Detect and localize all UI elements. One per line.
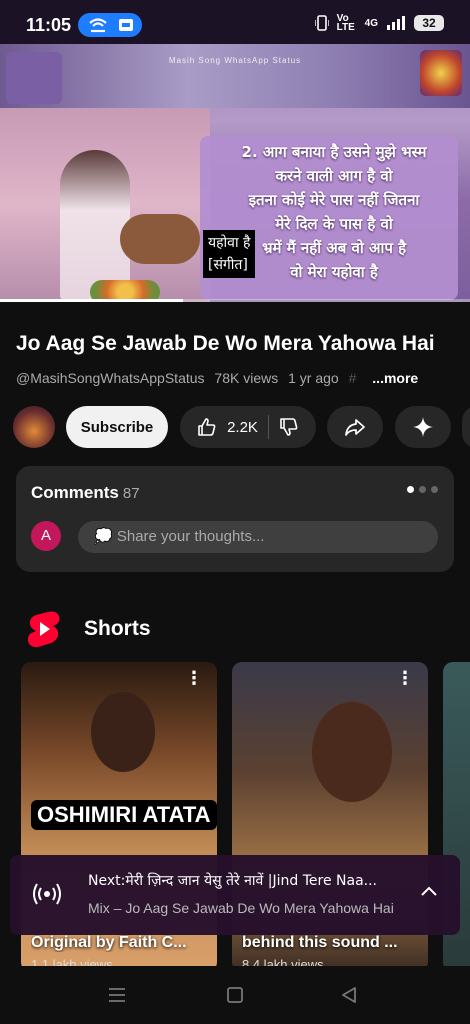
video-title[interactable]: Jo Aag Se Jawab De Wo Mera Yahowa Hai (16, 332, 456, 356)
carousel-dot (407, 486, 414, 493)
carousel-dot (431, 486, 438, 493)
more-link[interactable]: ...more (372, 370, 418, 386)
view-count: 78K views (214, 370, 279, 386)
shorts-overlay-text: OSHIMIRI ATATA (31, 800, 217, 830)
channel-handle[interactable]: @MasihSongWhatsAppStatus (16, 370, 205, 386)
singer-image (60, 150, 130, 300)
comments-header: Comments 87 (31, 483, 140, 503)
like-divider (267, 415, 269, 439)
share-button[interactable] (327, 406, 383, 448)
ask-button[interactable] (395, 406, 451, 448)
thumbs-down-icon[interactable] (279, 417, 299, 437)
hotspot-pill (78, 13, 142, 37)
channel-avatar[interactable] (13, 406, 55, 448)
back-triangle-icon[interactable] (340, 986, 358, 1004)
shorts-title: Shorts (84, 617, 151, 640)
comments-panel[interactable]: Comments 87 A 💭 Share your thoughts... (16, 466, 454, 572)
shorts-caption: Original by Faith C... (31, 934, 187, 951)
comments-label: Comments (31, 483, 119, 502)
video-meta[interactable]: @MasihSongWhatsAppStatus 78K views 1 yr … (16, 370, 424, 386)
video-progress-bar[interactable] (0, 299, 470, 302)
lyric-line: 2. आग बनाया है उसने मुझे भस्म (241, 143, 427, 161)
video-player[interactable]: Masih Song WhatsApp Status 2. आग बनाया ह… (0, 44, 470, 302)
carousel-dot (419, 486, 426, 493)
status-bar: 11:05 Vo LTE 4G 32 (0, 0, 470, 44)
wifi-icon (89, 18, 107, 33)
caption-line-1: यहोवा है (208, 235, 251, 251)
chevron-up-icon[interactable] (420, 885, 438, 897)
singer-face (91, 692, 155, 772)
sparkle-icon (413, 417, 433, 437)
recents-menu-icon[interactable] (108, 986, 126, 1004)
queue-miniplayer[interactable]: Next:मेरी ज़िन्द जान येसु तेरे नावें |Ji… (10, 855, 460, 935)
video-header-band (0, 44, 470, 108)
lyric-line: इतना कोई मेरे पास नहीं जितना (248, 191, 420, 209)
shorts-caption: behind this sound ... (242, 934, 398, 951)
signal-label: 4G (364, 17, 378, 29)
caption-line-2: [संगीत] (208, 257, 248, 273)
drum-image (120, 214, 200, 264)
radio-broadcast-icon (33, 883, 61, 905)
more-options-icon[interactable]: ⋮ (396, 669, 414, 687)
thumbs-up-icon[interactable] (197, 417, 217, 437)
more-options-icon[interactable]: ⋮ (185, 669, 203, 687)
video-watermark: Masih Song WhatsApp Status (168, 56, 302, 65)
signal-icon (387, 16, 405, 30)
comment-placeholder: Share your thoughts... (116, 528, 265, 545)
vibrate-icon (314, 15, 329, 31)
closed-caption: यहोवा है [संगीत] (203, 230, 256, 278)
more-actions-button[interactable] (462, 406, 470, 448)
share-icon (345, 419, 365, 436)
notification-icon (119, 19, 133, 31)
singer-face (312, 702, 392, 802)
speech-bubble-icon: 💭 (94, 528, 113, 545)
system-icons: Vo LTE 4G 32 (314, 13, 444, 33)
network-label: Vo LTE (336, 13, 355, 33)
next-up-text: Next:मेरी ज़िन्द जान येसु तेरे नावें |Ji… (88, 873, 378, 889)
hashtag: # (348, 370, 357, 386)
user-avatar: A (31, 521, 61, 551)
mix-title: Mix – Jo Aag Se Jawab De Wo Mera Yahowa … (88, 900, 394, 916)
system-nav-bar (0, 966, 470, 1024)
shorts-logo-icon (27, 611, 60, 648)
status-time: 11:05 (26, 15, 72, 35)
subscribe-button[interactable]: Subscribe (66, 406, 168, 448)
comments-count: 87 (122, 485, 140, 502)
lyric-line: करने वाली आग है वो (275, 167, 393, 185)
like-dislike-button[interactable]: 2.2K (180, 406, 316, 448)
home-square-icon[interactable] (226, 986, 244, 1004)
battery-icon: 32 (414, 15, 444, 31)
like-count: 2.2K (227, 418, 258, 436)
upload-age: 1 yr ago (288, 370, 339, 386)
video-progress-fill (0, 299, 184, 302)
carousel-dots (407, 486, 438, 493)
comment-input[interactable]: 💭 Share your thoughts... (78, 521, 438, 553)
